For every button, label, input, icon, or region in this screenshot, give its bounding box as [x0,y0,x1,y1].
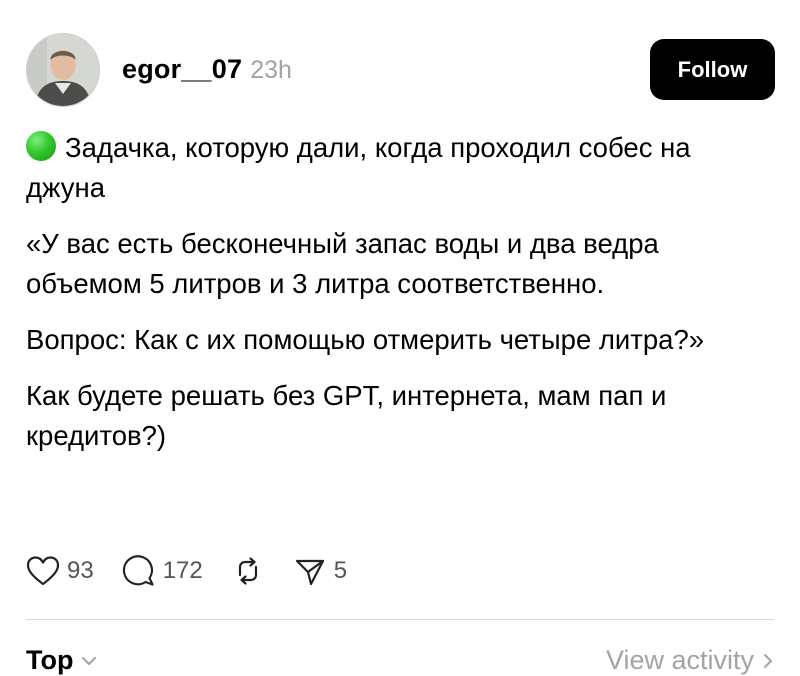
author-row: egor__07 23h [122,54,292,85]
repost-icon [238,557,257,585]
green-circle-emoji [26,131,56,161]
like-button[interactable]: 93 [26,555,94,587]
post-timestamp: 23h [250,56,292,84]
comment-count: 172 [162,557,203,584]
avatar-photo [27,34,99,106]
post-paragraph: Вопрос: Как с их помощью отмерить четыре… [26,324,705,355]
follow-button[interactable]: Follow [650,39,775,100]
post-paragraph: «У вас есть бесконечный запас воды и два… [26,228,659,299]
repost-button[interactable] [231,554,265,588]
comment-button[interactable]: 172 [122,554,203,588]
heart-icon [26,556,60,586]
author-avatar[interactable] [26,33,100,107]
section-divider [26,619,774,620]
comment-icon [122,555,154,586]
share-icon [295,559,324,586]
post-paragraph-text: Задачка, которую дали, когда проходил со… [26,132,691,203]
share-count: 5 [333,557,348,584]
share-button[interactable]: 5 [293,554,347,588]
post-paragraph: Как будете решать без GPT, интернета, ма… [26,380,667,451]
post-paragraph: Задачка, которую дали, когда проходил со… [26,128,774,208]
username[interactable]: egor__07 [122,54,242,85]
post-actions: 93 172 5 [26,551,375,591]
like-count: 93 [67,557,94,584]
post-body: Задачка, которую дали, когда проходил со… [26,128,774,472]
